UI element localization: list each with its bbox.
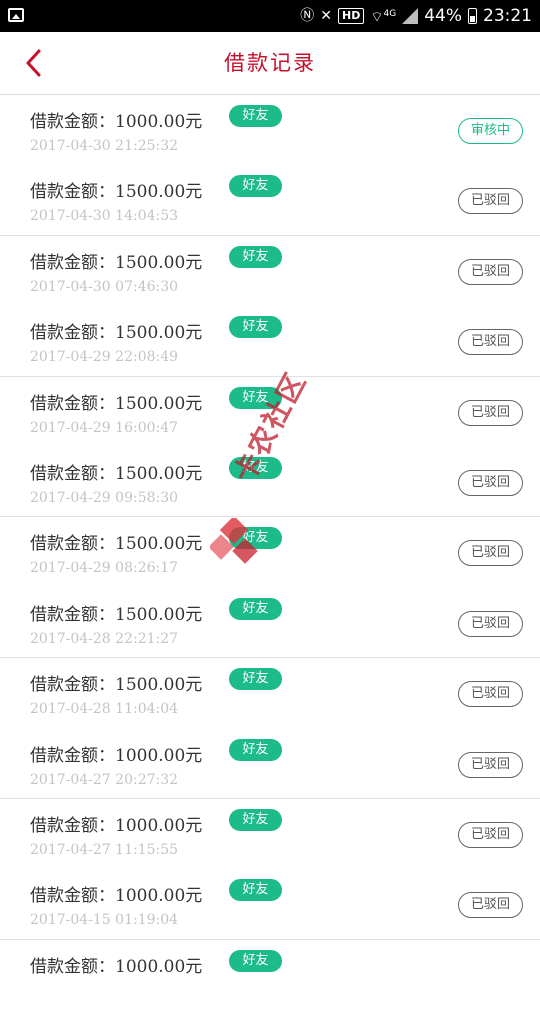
record-time: 2017-04-27 11:15:55 (30, 841, 179, 858)
status-badge: 已驳回 (458, 469, 523, 496)
nfc-icon: Ⓝ (300, 8, 315, 24)
friend-tag: 好友 (229, 668, 282, 691)
record-time: 2017-04-27 20:27:32 (30, 771, 179, 788)
status-badge: 已驳回 (458, 821, 523, 848)
record-row[interactable]: 借款金额：1000.00元 好友 (0, 940, 540, 1010)
record-time: 2017-04-29 16:00:47 (30, 419, 179, 436)
wifi-icon: ⌔4G (370, 9, 397, 26)
header-bar: 借款记录 (0, 32, 540, 95)
status-badge: 审核中 (458, 118, 523, 144)
battery-icon (468, 8, 477, 24)
record-row[interactable]: 借款金额：1500.00元 好友 2017-04-29 08:26:17 已驳回 (0, 517, 540, 587)
battery-percent: 44% (424, 6, 462, 26)
status-badge: 已驳回 (458, 892, 523, 919)
record-time: 2017-04-30 21:25:32 (30, 138, 179, 154)
record-time: 2017-04-28 22:21:27 (30, 630, 179, 647)
record-row[interactable]: 借款金额：1000.00元 好友 2017-04-30 21:25:32 审核中 (0, 95, 540, 165)
loan-amount: 借款金额：1500.00元 (30, 604, 203, 625)
status-badge: 已驳回 (458, 681, 523, 708)
record-row[interactable]: 借款金额：1500.00元 好友 2017-04-29 09:58:30 已驳回 (0, 447, 540, 518)
friend-tag: 好友 (229, 456, 282, 479)
status-badge: 已驳回 (458, 258, 523, 285)
hd-badge: HD (337, 8, 365, 24)
record-row[interactable]: 借款金额：1500.00元 好友 2017-04-28 11:04:04 已驳回 (0, 658, 540, 728)
friend-tag: 好友 (229, 738, 282, 761)
clock: 23:21 (483, 6, 532, 26)
record-row[interactable]: 借款金额：1000.00元 好友 2017-04-27 11:15:55 已驳回 (0, 799, 540, 869)
friend-tag: 好友 (229, 386, 282, 409)
loan-amount: 借款金额：1500.00元 (30, 393, 203, 414)
signal-icon (402, 8, 419, 24)
record-row[interactable]: 借款金额：1500.00元 好友 2017-04-28 22:21:27 已驳回 (0, 588, 540, 659)
loan-amount: 借款金额：1500.00元 (30, 252, 203, 273)
friend-tag: 好友 (229, 105, 282, 127)
record-time: 2017-04-29 08:26:17 (30, 560, 179, 577)
loan-amount: 借款金额：1000.00元 (30, 815, 203, 836)
record-time: 2017-04-29 22:08:49 (30, 349, 179, 366)
status-badge: 已驳回 (458, 751, 523, 778)
record-time: 2017-04-15 01:19:04 (30, 912, 179, 929)
record-time: 2017-04-30 07:46:30 (30, 278, 179, 295)
loan-amount: 借款金额：1500.00元 (30, 463, 203, 484)
record-time: 2017-04-30 14:04:53 (30, 208, 179, 225)
status-icons: Ⓝ ✕ HD ⌔4G 44% 23:21 (300, 0, 532, 32)
friend-tag: 好友 (229, 245, 282, 268)
loan-amount: 借款金额：1000.00元 (30, 956, 203, 977)
loan-amount: 借款金额：1000.00元 (30, 745, 203, 766)
record-time: 2017-04-28 11:04:04 (30, 701, 179, 718)
friend-tag: 好友 (229, 879, 282, 902)
loan-amount: 借款金额：1500.00元 (30, 534, 203, 555)
friend-tag: 好友 (229, 175, 282, 198)
status-badge: 已驳回 (458, 399, 523, 426)
mute-icon: ✕ (320, 8, 332, 24)
friend-tag: 好友 (229, 808, 282, 831)
record-row[interactable]: 借款金额：1000.00元 好友 2017-04-27 20:27:32 已驳回 (0, 729, 540, 799)
record-row[interactable]: 借款金额：1000.00元 好友 2017-04-15 01:19:04 已驳回 (0, 869, 540, 940)
friend-tag: 好友 (229, 949, 282, 972)
status-bar: Ⓝ ✕ HD ⌔4G 44% 23:21 (0, 0, 540, 32)
network-label: 4G (383, 9, 397, 20)
loan-amount: 借款金额：1500.00元 (30, 182, 203, 203)
record-row[interactable]: 借款金额：1500.00元 好友 2017-04-29 16:00:47 已驳回 (0, 377, 540, 447)
loan-record-list: 借款金额：1000.00元 好友 2017-04-30 21:25:32 审核中 借款金… (0, 95, 540, 1010)
loan-amount: 借款金额：1000.00元 (30, 112, 203, 132)
loan-amount: 借款金额：1000.00元 (30, 886, 203, 907)
loan-amount: 借款金额：1500.00元 (30, 675, 203, 696)
status-badge: 已驳回 (458, 540, 523, 567)
friend-tag: 好友 (229, 527, 282, 550)
status-badge: 已驳回 (458, 329, 523, 356)
loan-amount: 借款金额：1500.00元 (30, 323, 203, 344)
gallery-icon (8, 8, 24, 22)
page-title: 借款记录 (224, 51, 316, 75)
record-row[interactable]: 借款金额：1500.00元 好友 2017-04-30 14:04:53 已驳回 (0, 165, 540, 236)
record-row[interactable]: 借款金额：1500.00元 好友 2017-04-30 07:46:30 已驳回 (0, 236, 540, 306)
status-badge: 已驳回 (458, 610, 523, 637)
friend-tag: 好友 (229, 316, 282, 339)
record-row[interactable]: 借款金额：1500.00元 好友 2017-04-29 22:08:49 已驳回 (0, 306, 540, 377)
status-badge: 已驳回 (458, 188, 523, 215)
friend-tag: 好友 (229, 597, 282, 620)
record-time: 2017-04-29 09:58:30 (30, 489, 179, 506)
